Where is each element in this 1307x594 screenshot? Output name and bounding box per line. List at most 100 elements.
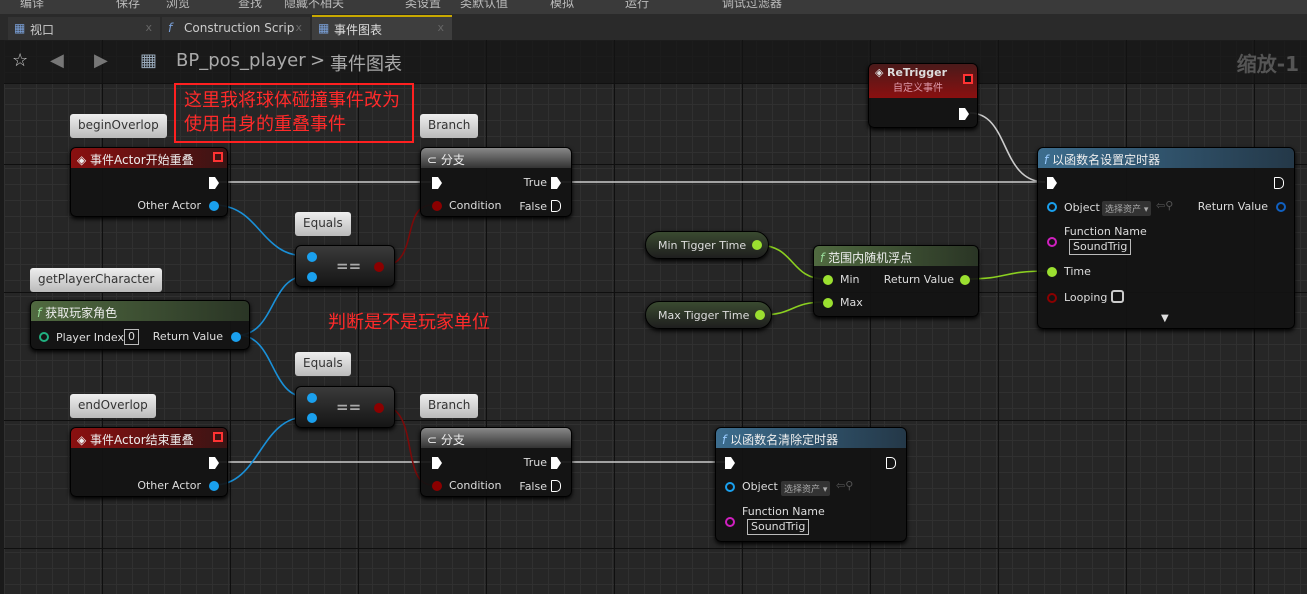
node-header: ⊂ 分支 <box>421 428 571 448</box>
object-pin[interactable] <box>1047 202 1057 212</box>
condition-pin[interactable] <box>432 481 442 491</box>
function-icon: f <box>37 306 42 320</box>
node-comment-bubble[interactable]: getPlayerCharacter <box>30 268 163 292</box>
pin-label: Other Actor <box>137 199 201 212</box>
exec-out-pin[interactable] <box>1274 177 1284 189</box>
event-begin-overlap-node[interactable]: ◈ 事件Actor开始重叠 Other Actor <box>70 147 228 217</box>
node-header: f 获取玩家角色 <box>31 301 249 321</box>
exec-out-pin[interactable] <box>209 457 219 469</box>
comment-line: 使用自身的重叠事件 <box>184 114 346 135</box>
branch-node[interactable]: ⊂ 分支 True Condition False <box>420 427 572 497</box>
set-timer-by-function-name-node[interactable]: f 以函数名设置定时器 Object 选择资产 ▾ ⇦⚲ Return Valu… <box>1037 147 1295 329</box>
input-a-pin[interactable] <box>307 393 317 403</box>
exec-in-pin[interactable] <box>1047 177 1057 189</box>
branch-node[interactable]: ⊂ 分支 True Condition False <box>420 147 572 217</box>
function-icon: f <box>1044 153 1049 167</box>
pin-label: Min <box>840 273 860 286</box>
use-selected-arrow-icon[interactable]: ⇦⚲ <box>1156 199 1173 212</box>
pin-label: Time <box>1064 265 1091 278</box>
function-name-pin[interactable] <box>1047 237 1057 247</box>
node-comment-bubble[interactable]: Branch <box>420 114 479 138</box>
branch-icon: ⊂ <box>427 433 438 447</box>
other-actor-pin[interactable] <box>209 481 219 491</box>
delegate-pin-icon[interactable] <box>963 74 973 84</box>
true-exec-pin[interactable] <box>551 457 561 469</box>
pin-label: Object <box>742 480 778 493</box>
pin-label: Return Value <box>152 330 223 343</box>
true-exec-pin[interactable] <box>551 177 561 189</box>
event-end-overlap-node[interactable]: ◈ 事件Actor结束重叠 Other Actor <box>70 427 228 497</box>
node-header: f 以函数名清除定时器 <box>716 428 906 448</box>
pin-label: Condition <box>449 199 502 212</box>
operator-label: == <box>336 398 362 416</box>
function-icon: f <box>820 251 825 265</box>
node-header: f 范围内随机浮点 <box>814 246 978 266</box>
return-value-pin[interactable] <box>1276 202 1286 212</box>
clear-timer-by-function-name-node[interactable]: f 以函数名清除定时器 Object 选择资产 ▾ ⇦⚲ Function Na… <box>715 427 907 542</box>
return-value-pin[interactable] <box>231 332 241 342</box>
bool-out-pin[interactable] <box>374 262 384 272</box>
equals-node[interactable]: == <box>295 386 395 428</box>
pin-label: Player Index <box>56 331 125 344</box>
exec-in-pin[interactable] <box>725 457 735 469</box>
node-comment-bubble[interactable]: Equals <box>295 212 351 236</box>
node-comment-bubble[interactable]: Branch <box>420 394 479 418</box>
asset-select-dropdown[interactable]: 选择资产 ▾ <box>1102 201 1152 216</box>
get-player-character-node[interactable]: f 获取玩家角色 Player Index 0 Return Value <box>30 300 250 350</box>
expand-arrow-icon[interactable]: ▼ <box>1161 313 1169 324</box>
node-comment-bubble[interactable]: beginOverlop <box>70 114 167 138</box>
false-exec-pin[interactable] <box>551 480 561 492</box>
pin-label: Looping <box>1064 291 1108 304</box>
function-name-input[interactable]: SoundTrig <box>1069 239 1132 255</box>
value-pin[interactable] <box>755 310 766 320</box>
max-tigger-time-variable[interactable]: Max Tigger Time <box>645 301 773 329</box>
delegate-pin-icon[interactable] <box>213 432 223 442</box>
condition-pin[interactable] <box>432 201 442 211</box>
looping-pin[interactable] <box>1047 293 1057 303</box>
node-comment-bubble[interactable]: Equals <box>295 352 351 376</box>
delegate-pin-icon[interactable] <box>213 152 223 162</box>
asset-select-dropdown[interactable]: 选择资产 ▾ <box>781 481 831 496</box>
exec-wire <box>969 112 1046 183</box>
pin-label: False <box>519 480 547 493</box>
min-tigger-time-variable[interactable]: Min Tigger Time <box>645 231 770 259</box>
exec-in-pin[interactable] <box>432 457 442 469</box>
pin-label: Function Name <box>742 505 825 518</box>
input-b-pin[interactable] <box>307 413 317 423</box>
exec-out-pin[interactable] <box>959 108 969 120</box>
time-pin[interactable] <box>1047 267 1057 277</box>
value-pin[interactable] <box>752 240 763 250</box>
retrigger-custom-event-node[interactable]: ◈ ReTrigger 自定义事件 <box>868 63 978 128</box>
operator-label: == <box>336 257 362 275</box>
pin-label: True <box>523 456 547 469</box>
return-value-pin[interactable] <box>960 275 970 285</box>
exec-out-pin[interactable] <box>886 457 896 469</box>
min-pin[interactable] <box>823 275 833 285</box>
bool-out-pin[interactable] <box>374 403 384 413</box>
input-a-pin[interactable] <box>307 252 317 262</box>
annotation-text: 判断是不是玩家单位 <box>328 312 490 333</box>
pin-label: Other Actor <box>137 479 201 492</box>
node-header: ⊂ 分支 <box>421 148 571 168</box>
false-exec-pin[interactable] <box>551 200 561 212</box>
node-comment-bubble[interactable]: endOverlop <box>70 394 156 418</box>
node-header: ◈ 事件Actor结束重叠 <box>71 428 227 448</box>
exec-out-pin[interactable] <box>209 177 219 189</box>
player-index-input[interactable]: 0 <box>124 329 139 345</box>
max-pin[interactable] <box>823 298 833 308</box>
use-selected-arrow-icon[interactable]: ⇦⚲ <box>836 479 853 492</box>
input-b-pin[interactable] <box>307 272 317 282</box>
equals-node[interactable]: == <box>295 245 395 287</box>
pin-label: True <box>523 176 547 189</box>
other-actor-pin[interactable] <box>209 201 219 211</box>
node-subtitle: 自定义事件 <box>893 83 943 94</box>
random-float-in-range-node[interactable]: f 范围内随机浮点 Min Max Return Value <box>813 245 979 317</box>
pin-label: Return Value <box>1197 200 1268 213</box>
comment-box[interactable]: 这里我将球体碰撞事件改为 使用自身的重叠事件 <box>174 83 414 143</box>
exec-in-pin[interactable] <box>432 177 442 189</box>
function-name-pin[interactable] <box>725 517 735 527</box>
player-index-pin[interactable] <box>39 332 49 342</box>
looping-checkbox[interactable] <box>1111 290 1124 303</box>
function-name-input[interactable]: SoundTrig <box>747 519 810 535</box>
object-pin[interactable] <box>725 482 735 492</box>
